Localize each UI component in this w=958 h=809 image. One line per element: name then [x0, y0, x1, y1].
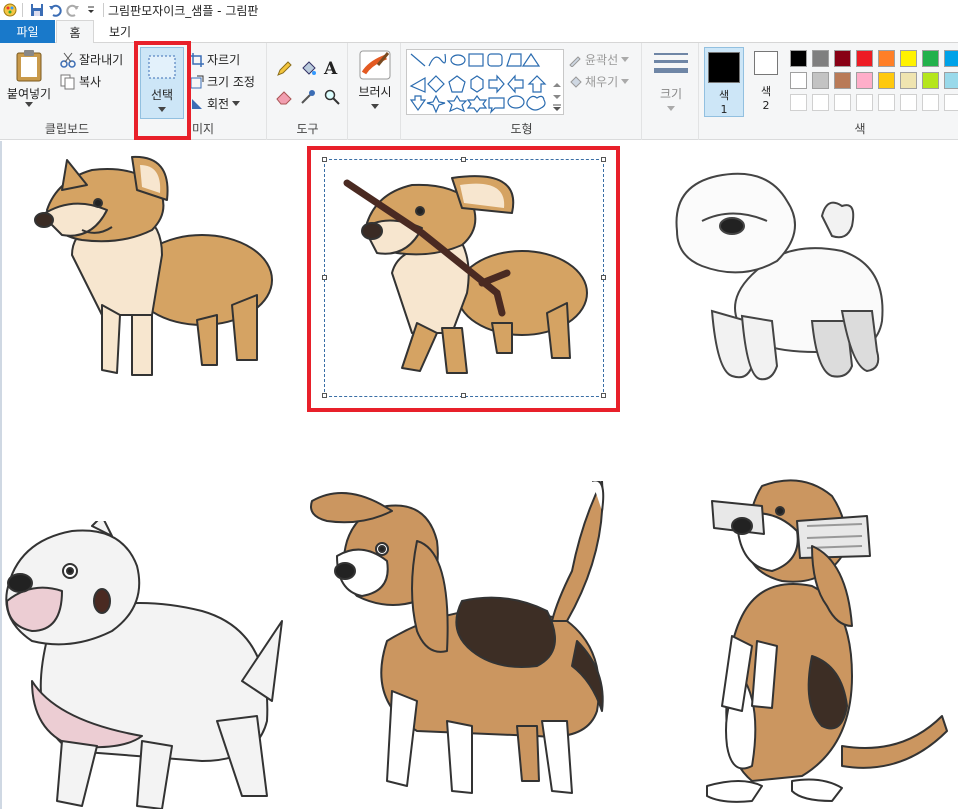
clipboard-icon [16, 50, 42, 82]
scissors-icon [60, 52, 76, 68]
line-width-icon [654, 53, 688, 73]
beagle-image [310, 481, 605, 794]
colors-group: 색 1 색 2 색 [700, 43, 958, 140]
rotate-button[interactable]: 회전 [190, 95, 243, 112]
palette-swatch[interactable] [922, 50, 939, 67]
shapes-gallery-icons[interactable] [407, 50, 565, 116]
palette-swatch[interactable] [944, 50, 958, 67]
beagle-with-newspaper-image [706, 479, 948, 803]
palette-swatch[interactable] [944, 72, 958, 89]
outline-icon [569, 55, 581, 67]
palette-swatch[interactable] [812, 94, 829, 111]
tools-group-label: 도구 [296, 122, 319, 136]
shapes-group: 윤곽선 채우기 도형 [402, 43, 642, 140]
color2-swatch [754, 51, 778, 75]
window-title: 그림판모자이크_샘플 - 그림판 [108, 3, 259, 18]
resize-handle[interactable] [322, 157, 327, 162]
redo-icon[interactable] [65, 2, 81, 18]
ribbon: 붙여넣기 잘라내기 복사 클립보드 선택 자르기 크기 조정 회전 미지 A 도… [0, 41, 958, 140]
resize-handle[interactable] [601, 275, 606, 280]
rotate-icon [192, 98, 202, 109]
colors-group-label: 색 [854, 122, 866, 136]
drawing-canvas[interactable] [0, 141, 958, 809]
palette-swatch[interactable] [856, 72, 873, 89]
palette-swatch[interactable] [812, 72, 829, 89]
color1-button[interactable]: 색 1 [704, 47, 744, 117]
palette-swatch[interactable] [900, 94, 917, 111]
resize-handle[interactable] [322, 393, 327, 398]
palette-swatch[interactable] [834, 94, 851, 111]
resize-handle[interactable] [461, 393, 466, 398]
size-button[interactable]: 크기 [649, 51, 693, 112]
resize-handle[interactable] [322, 275, 327, 280]
save-icon[interactable] [29, 2, 45, 18]
title-bar: 그림판모자이크_샘플 - 그림판 [0, 0, 958, 20]
fill-icon [570, 75, 582, 88]
palette-swatch[interactable] [790, 72, 807, 89]
palette-swatch[interactable] [878, 72, 895, 89]
palette-swatch[interactable] [834, 72, 851, 89]
bichon-image [675, 172, 884, 381]
palette-swatch[interactable] [790, 50, 807, 67]
size-group: 크기 [643, 43, 699, 140]
palette-swatch[interactable] [922, 72, 939, 89]
undo-icon[interactable] [47, 2, 63, 18]
paste-button[interactable]: 붙여넣기 [4, 49, 54, 108]
copy-icon [60, 74, 75, 89]
crop-button[interactable]: 자르기 [190, 51, 240, 68]
select-highlight-box [134, 41, 191, 140]
crop-icon [190, 52, 204, 67]
resize-handle[interactable] [461, 157, 466, 162]
palette-swatch[interactable] [790, 94, 807, 111]
pencil-icon[interactable] [276, 61, 292, 77]
resize-handle[interactable] [601, 393, 606, 398]
fill-button[interactable]: 채우기 [568, 73, 632, 90]
palette-swatch[interactable] [856, 50, 873, 67]
brushes-group: 브러시 [349, 43, 401, 140]
palette-swatch[interactable] [900, 72, 917, 89]
color2-button[interactable]: 색 2 [748, 51, 784, 112]
palette-swatch[interactable] [878, 50, 895, 67]
outline-button[interactable]: 윤곽선 [568, 51, 632, 68]
palette-swatch[interactable] [878, 94, 895, 111]
tab-file[interactable]: 파일 [0, 20, 55, 43]
color-picker-icon[interactable] [300, 89, 316, 105]
tools-group: A 도구 [268, 43, 348, 140]
magnifier-icon[interactable] [324, 89, 340, 105]
palette-swatch[interactable] [834, 50, 851, 67]
tab-home[interactable]: 홈 [56, 20, 94, 44]
shapes-gallery [406, 49, 564, 115]
copy-button[interactable]: 복사 [60, 73, 101, 90]
eraser-icon[interactable] [276, 89, 292, 105]
tab-view[interactable]: 보기 [100, 20, 140, 43]
brushes-button[interactable]: 브러시 [353, 49, 397, 110]
pitbull-image [5, 521, 283, 809]
paint-app-icon[interactable] [2, 2, 18, 18]
resize-handle[interactable] [601, 157, 606, 162]
palette-swatch[interactable] [944, 94, 958, 111]
color1-swatch [708, 52, 740, 83]
resize-icon [190, 75, 204, 88]
clipboard-group-label: 클립보드 [44, 122, 90, 136]
corgi-with-stick-image [343, 175, 588, 374]
resize-button[interactable]: 크기 조정 [190, 73, 255, 90]
ribbon-tabs: 파일 홈 보기 [0, 20, 958, 44]
palette-swatch[interactable] [856, 94, 873, 111]
shapes-scroll-icon[interactable] [552, 83, 562, 113]
text-tool-button[interactable]: A [324, 59, 337, 79]
customize-toolbar-icon[interactable] [83, 2, 99, 18]
corgi-image [34, 155, 273, 376]
brush-icon [359, 50, 391, 80]
palette-swatch[interactable] [900, 50, 917, 67]
palette-swatch[interactable] [812, 50, 829, 67]
shapes-group-label: 도형 [510, 122, 533, 136]
fill-bucket-icon[interactable] [300, 61, 316, 77]
cut-button[interactable]: 잘라내기 [60, 51, 123, 68]
palette-swatch[interactable] [922, 94, 939, 111]
clipboard-group: 붙여넣기 잘라내기 복사 클립보드 [0, 43, 135, 140]
